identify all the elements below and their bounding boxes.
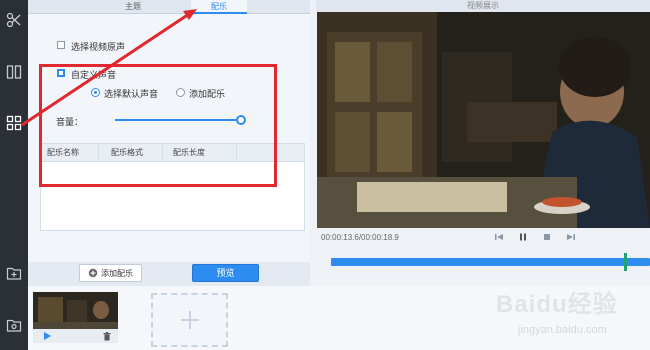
add-music-button[interactable]: 添加配乐: [79, 264, 142, 282]
playhead-marker[interactable]: [624, 253, 627, 271]
trash-icon[interactable]: [103, 332, 111, 341]
playback-progress-bar[interactable]: [331, 258, 650, 266]
plus-icon: [180, 311, 199, 329]
baidu-watermark: Baidu经验 jingyan.baidu.com: [478, 284, 648, 346]
next-frame-icon[interactable]: [565, 231, 577, 243]
previous-frame-icon[interactable]: [493, 231, 505, 243]
add-clip-placeholder[interactable]: [151, 293, 228, 347]
video-frame-image: [317, 12, 650, 228]
preview-button[interactable]: 预览: [192, 264, 259, 282]
plus-circle-icon: [88, 268, 98, 278]
timecode: 00:00:13.6/00:00:18.9: [321, 233, 399, 242]
add-music-button-label: 添加配乐: [101, 268, 133, 278]
clip-thumbnail[interactable]: [33, 292, 118, 329]
video-preview[interactable]: [317, 12, 650, 228]
panel-action-bar: [28, 262, 310, 286]
preview-header: 视频展示: [316, 0, 650, 12]
clip-control-bar: [33, 329, 118, 343]
watermark-main-text: Baidu经验: [496, 291, 618, 318]
play-icon[interactable]: [43, 332, 51, 340]
stop-icon[interactable]: [541, 231, 553, 243]
pause-icon[interactable]: [517, 231, 529, 243]
watermark-sub-text: jingyan.baidu.com: [518, 324, 607, 336]
